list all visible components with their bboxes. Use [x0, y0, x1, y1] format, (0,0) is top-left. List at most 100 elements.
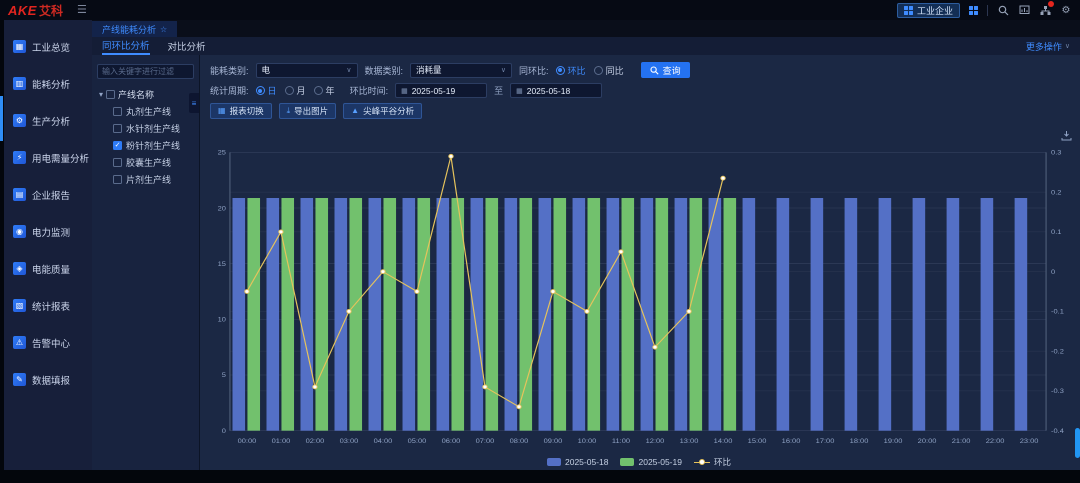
- sidebar-nav: ▦工业总览▥能耗分析⚙生产分析⚡用电需量分析▤企业报告 ◉ 电力监测 ◈电能质量▧统计…: [4, 20, 92, 470]
- export-image-button[interactable]: ⤓ 导出图片: [279, 103, 337, 119]
- tree-item-1[interactable]: 丸剂生产线: [113, 105, 194, 118]
- legend-item-2025-05-19[interactable]: 2025-05-19: [620, 457, 681, 467]
- checkbox-icon[interactable]: [106, 90, 115, 99]
- svg-text:09:00: 09:00: [544, 438, 563, 446]
- caret-down-icon[interactable]: ▾: [99, 90, 103, 99]
- radio-icon: [314, 86, 323, 95]
- sidebar-item-label: 数据填报: [32, 373, 70, 387]
- search-icon: [650, 66, 659, 75]
- header-divider: [987, 5, 988, 16]
- calendar-icon: ▦: [516, 87, 523, 95]
- sidebar-item-alarm-center[interactable]: ⚠ 告警中心: [4, 324, 92, 361]
- sidebar-item-production-analysis[interactable]: ⚙生产分析: [4, 102, 92, 139]
- svg-text:01:00: 01:00: [272, 438, 291, 446]
- alarm-center-icon: ⚠: [13, 336, 26, 349]
- star-icon[interactable]: ☆: [160, 25, 167, 34]
- checkbox-icon[interactable]: [113, 124, 122, 133]
- tab-production-line-energy[interactable]: 产线能耗分析 ☆: [92, 21, 177, 37]
- svg-text:15: 15: [218, 260, 226, 268]
- peak-valley-analysis-button[interactable]: ▲ 尖峰平谷分析: [343, 103, 422, 119]
- checkbox-icon[interactable]: [113, 107, 122, 116]
- power-monitoring-icon: ◉: [13, 225, 26, 238]
- tree-item-5[interactable]: 片剂生产线: [113, 173, 194, 186]
- radio-icon: [285, 86, 294, 95]
- radio-day[interactable]: 日: [256, 84, 277, 97]
- svg-text:5: 5: [222, 372, 226, 380]
- tree-item-3[interactable]: ✓粉针剂生产线: [113, 139, 194, 152]
- org-notifications-icon[interactable]: [1039, 4, 1051, 16]
- dashboard-icon[interactable]: [1018, 4, 1030, 16]
- svg-text:13:00: 13:00: [680, 438, 699, 446]
- radio-month[interactable]: 月: [285, 84, 306, 97]
- notification-badge: [1048, 1, 1054, 7]
- sidebar-item-power-demand-analysis[interactable]: ⚡用电需量分析: [4, 139, 92, 176]
- checkbox-icon[interactable]: [113, 158, 122, 167]
- tree-item-label: 丸剂生产线: [126, 105, 171, 118]
- svg-text:-0.1: -0.1: [1051, 308, 1064, 316]
- switch-report-button[interactable]: ▦ 报表切换: [210, 103, 272, 119]
- date-range-to-label: 至: [494, 84, 503, 97]
- bar-line-chart[interactable]: -0.4-0.3-0.2-0.100.10.20.3051015202500:0…: [204, 138, 1074, 454]
- search-icon[interactable]: [997, 4, 1009, 16]
- sidebar-item-power-monitoring[interactable]: ◉ 电力监测: [4, 213, 92, 250]
- tree-filter-input[interactable]: [97, 64, 194, 79]
- tree-item-label: 片剂生产线: [126, 173, 171, 186]
- query-button[interactable]: 查询: [641, 62, 690, 78]
- radio-year[interactable]: 年: [314, 84, 335, 97]
- app-window: AKE 艾科 ☰ 工业企业 ⚙ ▦工业总览▥能: [0, 0, 1080, 483]
- top-header: AKE 艾科 ☰ 工业企业 ⚙: [0, 0, 1080, 20]
- svg-text:14:00: 14:00: [714, 438, 733, 446]
- radio-yoy[interactable]: 同比: [594, 64, 624, 77]
- tree-item-4[interactable]: 胶囊生产线: [113, 156, 194, 169]
- chart-legend: 2025-05-18 2025-05-19 环比: [204, 454, 1074, 470]
- sidebar-item-label: 电力监测: [32, 225, 70, 239]
- chevron-down-icon: ∨: [1065, 42, 1070, 50]
- data-type-select[interactable]: 消耗量 ∨: [410, 63, 512, 78]
- period-label: 统计周期:: [210, 84, 249, 97]
- power-quality-icon: ◈: [13, 262, 26, 275]
- sidebar-item-data-entry[interactable]: ✎ 数据填报: [4, 361, 92, 398]
- sidebar-item-power-quality[interactable]: ◈电能质量: [4, 250, 92, 287]
- chevron-down-icon: ∨: [501, 66, 506, 74]
- svg-text:04:00: 04:00: [374, 438, 393, 446]
- sidebar-item-label: 统计报表: [32, 299, 70, 313]
- svg-text:05:00: 05:00: [408, 438, 427, 446]
- workspace-button[interactable]: 工业企业: [897, 3, 960, 18]
- page-scrollbar-thumb[interactable]: [1075, 428, 1080, 458]
- sidebar-item-statistics-report[interactable]: ▧统计报表: [4, 287, 92, 324]
- svg-text:11:00: 11:00: [612, 438, 630, 446]
- date-end-input[interactable]: ▦ 2025-05-18: [510, 83, 602, 98]
- sidebar-item-label: 告警中心: [32, 336, 70, 350]
- tree-root-node[interactable]: ▾ 产线名称: [99, 88, 194, 101]
- radio-icon: [556, 66, 565, 75]
- apps-grid-icon[interactable]: [969, 6, 978, 15]
- sidebar-item-label: 工业总览: [32, 40, 70, 54]
- save-image-icon[interactable]: [1061, 128, 1072, 146]
- app-logo: AKE 艾科: [8, 2, 63, 19]
- checkbox-icon[interactable]: ✓: [113, 141, 122, 150]
- svg-text:20:00: 20:00: [918, 438, 937, 446]
- subtab-yoy-mom-analysis[interactable]: 同环比分析: [102, 37, 150, 55]
- sidebar-item-enterprise-report[interactable]: ▤企业报告: [4, 176, 92, 213]
- legend-item-环比[interactable]: 环比: [694, 456, 731, 468]
- energy-type-select[interactable]: 电 ∨: [256, 63, 358, 78]
- more-actions-button[interactable]: 更多操作 ∨: [1026, 40, 1070, 53]
- svg-text:16:00: 16:00: [782, 438, 801, 446]
- subtab-comparison-analysis[interactable]: 对比分析: [168, 37, 206, 55]
- tree-item-2[interactable]: 水针剂生产线: [113, 122, 194, 135]
- tree-collapse-handle[interactable]: ≡: [189, 93, 199, 113]
- gear-icon[interactable]: ⚙: [1060, 4, 1072, 16]
- svg-text:07:00: 07:00: [476, 438, 495, 446]
- radio-mom[interactable]: 环比: [556, 64, 586, 77]
- sidebar-item-industry-overview[interactable]: ▦工业总览: [4, 28, 92, 65]
- data-entry-icon: ✎: [13, 373, 26, 386]
- legend-item-2025-05-18[interactable]: 2025-05-18: [547, 457, 608, 467]
- production-line-tree-panel: ▾ 产线名称 丸剂生产线水针剂生产线 ✓粉针剂生产线胶囊生产线片剂生产线 ≡: [92, 55, 199, 470]
- menu-toggle-icon[interactable]: ☰: [77, 5, 87, 16]
- sidebar-item-label: 能耗分析: [32, 77, 70, 91]
- logo-text-cn: 艾科: [39, 2, 63, 19]
- date-start-input[interactable]: ▦ 2025-05-19: [395, 83, 487, 98]
- sidebar-item-energy-analysis[interactable]: ▥能耗分析: [4, 65, 92, 102]
- legend-swatch: [547, 458, 561, 466]
- checkbox-icon[interactable]: [113, 175, 122, 184]
